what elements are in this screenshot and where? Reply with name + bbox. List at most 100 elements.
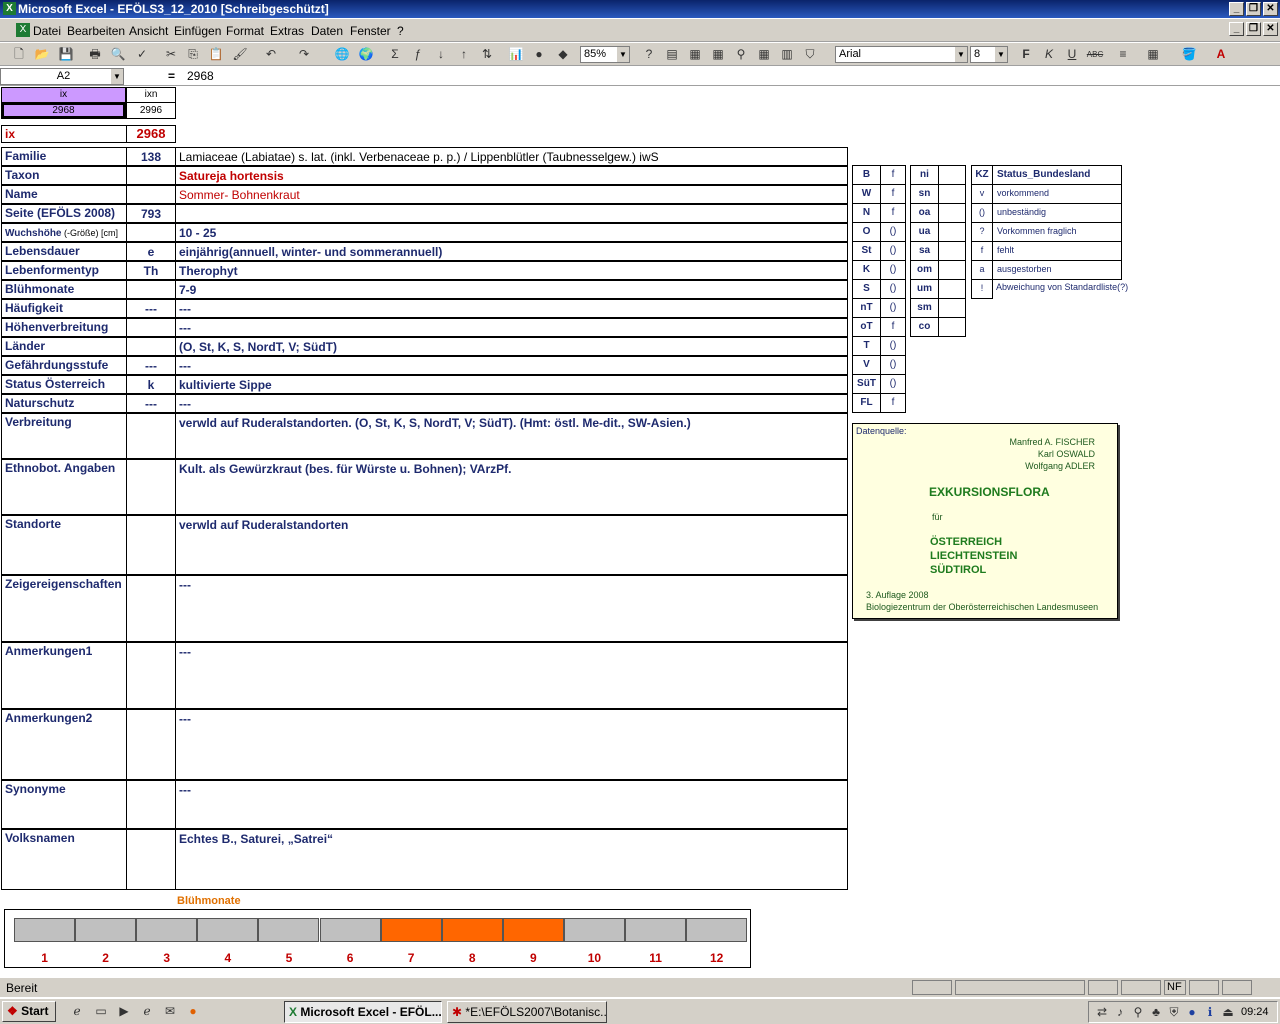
row-code[interactable] — [126, 280, 176, 299]
row-code[interactable] — [126, 459, 176, 515]
laender-value[interactable]: () — [880, 241, 906, 261]
row-label[interactable]: Zeigereigenschaften — [1, 575, 127, 642]
font-color-icon[interactable]: A — [1212, 46, 1230, 63]
align-icon[interactable]: ≡ — [1114, 46, 1132, 63]
laender-value[interactable]: f — [880, 184, 906, 204]
hoehen-value[interactable] — [938, 298, 966, 318]
laender-value[interactable]: () — [880, 298, 906, 318]
save-icon[interactable]: 💾 — [57, 46, 75, 63]
hoehen-value[interactable] — [938, 165, 966, 185]
laender-value[interactable]: () — [880, 260, 906, 280]
row-value[interactable]: Kult. als Gewürzkraut (bes. für Würste u… — [175, 459, 848, 515]
row-value[interactable]: --- — [175, 642, 848, 709]
table-icon[interactable]: ▥ — [778, 46, 796, 63]
form-icon[interactable]: ▤ — [663, 46, 681, 63]
zoom-select[interactable]: 85% ▼ — [580, 46, 630, 63]
row-label[interactable]: Höhenverbreitung — [1, 318, 127, 337]
quicklaunch-firefox-icon[interactable]: ● — [184, 1003, 202, 1020]
tray-network-icon[interactable]: ⇄ — [1093, 1004, 1111, 1021]
hoehen-value[interactable] — [938, 260, 966, 280]
grid-icon[interactable]: ▦ — [755, 46, 773, 63]
menu-help[interactable]: ? — [397, 24, 404, 38]
hyperlink-icon[interactable]: 🌐 — [333, 46, 351, 63]
laender-value[interactable]: () — [880, 279, 906, 299]
row-label[interactable]: Synonyme — [1, 780, 127, 829]
underline-icon[interactable]: U — [1063, 46, 1081, 63]
bold-icon[interactable]: F — [1017, 46, 1035, 63]
row-value[interactable]: Lamiaceae (Labiatae) s. lat. (inkl. Verb… — [175, 147, 848, 166]
tray-volume-icon[interactable]: ♪ — [1111, 1004, 1129, 1021]
tray-app-icon[interactable]: ♣ — [1147, 1004, 1165, 1021]
sort-az-icon[interactable]: ⇅ — [478, 46, 496, 63]
row-code[interactable]: Th — [126, 261, 176, 280]
tray-security-icon[interactable]: ● — [1183, 1004, 1201, 1021]
row-label[interactable]: Anmerkungen2 — [1, 709, 127, 780]
row-label[interactable]: Lebenformentyp — [1, 261, 127, 280]
doc-minimize-button[interactable]: _ — [1229, 22, 1244, 36]
font-select[interactable]: Arial ▼ — [835, 46, 968, 63]
row-value[interactable]: --- — [175, 318, 848, 337]
ix-header-cell[interactable]: ix — [1, 87, 126, 103]
row-label[interactable]: Anmerkungen1 — [1, 642, 127, 709]
row-value[interactable]: --- — [175, 356, 848, 375]
tray-search-icon[interactable]: ⚲ — [1129, 1004, 1147, 1021]
row-value[interactable] — [175, 204, 848, 223]
ix-row-label[interactable]: ix — [1, 125, 127, 143]
redo-icon[interactable]: ↷ — [295, 46, 313, 63]
ix-row-value[interactable]: 2968 — [126, 125, 176, 143]
hoehen-value[interactable] — [938, 222, 966, 242]
autosum-icon[interactable]: Σ — [386, 46, 404, 63]
row-value[interactable]: kultivierte Sippe — [175, 375, 848, 394]
tray-shield-icon[interactable]: ⛨ — [1165, 1004, 1183, 1021]
row-value[interactable]: verwld auf Ruderalstandorten. (O, St, K,… — [175, 413, 848, 459]
quicklaunch-desktop-icon[interactable]: ▭ — [92, 1003, 110, 1020]
row-label[interactable]: Lebensdauer — [1, 242, 127, 261]
ixn-value-cell[interactable]: 2996 — [126, 102, 176, 119]
row-code[interactable] — [126, 575, 176, 642]
row-code[interactable]: --- — [126, 356, 176, 375]
row-label[interactable]: Wuchshöhe (-Größe) [cm] — [1, 223, 127, 242]
row-code[interactable] — [126, 642, 176, 709]
binoculars-icon[interactable]: ⚲ — [732, 46, 750, 63]
help-icon[interactable]: ? — [640, 46, 658, 63]
start-button[interactable]: ❖ Start — [2, 1001, 56, 1022]
fill-color-icon[interactable]: 🪣 — [1180, 46, 1198, 63]
close-button[interactable]: ✕ — [1263, 2, 1278, 16]
row-value[interactable]: 10 - 25 — [175, 223, 848, 242]
sort-desc-icon[interactable]: ↑ — [455, 46, 473, 63]
row-code[interactable] — [126, 709, 176, 780]
row-code[interactable] — [126, 780, 176, 829]
row-value[interactable]: --- — [175, 780, 848, 829]
minimize-button[interactable]: _ — [1229, 2, 1244, 16]
row-value[interactable]: Echtes B., Saturei, „Satrei“ — [175, 829, 848, 890]
web-toolbar-icon[interactable]: 🌍 — [357, 46, 375, 63]
row-value[interactable]: 7-9 — [175, 280, 848, 299]
function-icon[interactable]: ƒ — [409, 46, 427, 63]
row-label[interactable]: Blühmonate — [1, 280, 127, 299]
row-code[interactable] — [126, 413, 176, 459]
chevron-down-icon[interactable]: ▼ — [995, 47, 1007, 62]
laender-value[interactable]: () — [880, 374, 906, 394]
row-code[interactable] — [126, 166, 176, 185]
row-value[interactable]: --- — [175, 394, 848, 413]
drawing-icon[interactable]: ◆ — [554, 46, 572, 63]
row-label[interactable]: Taxon — [1, 166, 127, 185]
calendar2-icon[interactable]: ▦ — [709, 46, 727, 63]
row-code[interactable] — [126, 223, 176, 242]
row-code[interactable]: 793 — [126, 204, 176, 223]
menu-format[interactable]: Format — [226, 24, 264, 38]
calendar-icon[interactable]: ▦ — [686, 46, 704, 63]
print-preview-icon[interactable]: 🔍 — [109, 46, 127, 63]
cut-icon[interactable]: ✂ — [162, 46, 180, 63]
spelling-icon[interactable]: ✓ — [133, 46, 151, 63]
strikethrough-icon[interactable]: ABC — [1086, 46, 1104, 63]
map-icon[interactable]: ● — [530, 46, 548, 63]
menu-daten[interactable]: Daten — [311, 24, 343, 38]
menu-ansicht[interactable]: Ansicht — [129, 24, 168, 38]
hoehen-value[interactable] — [938, 241, 966, 261]
laender-value[interactable]: f — [880, 317, 906, 337]
doc-close-button[interactable]: ✕ — [1263, 22, 1278, 36]
row-label[interactable]: Name — [1, 185, 127, 204]
doc-restore-button[interactable]: ❐ — [1246, 22, 1261, 36]
taskbar-excel-button[interactable]: X Microsoft Excel - EFÖL... — [284, 1001, 442, 1023]
